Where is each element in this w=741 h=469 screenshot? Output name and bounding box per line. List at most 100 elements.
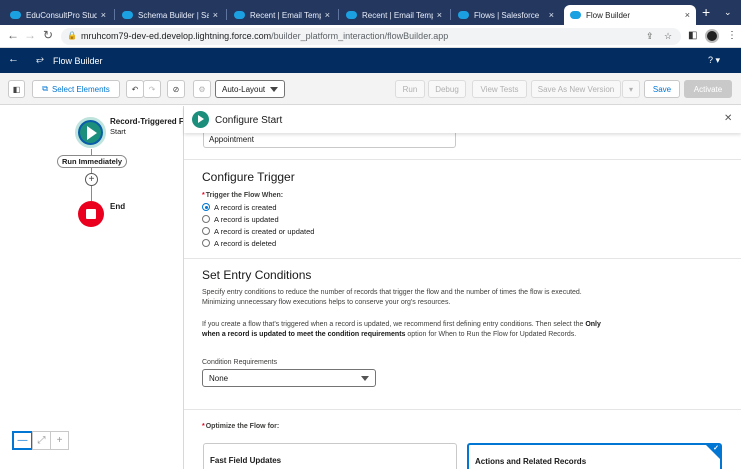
add-element-button[interactable]: + (85, 173, 98, 186)
debug-button[interactable]: Debug (428, 80, 466, 98)
object-input[interactable]: Appointment (203, 133, 456, 148)
select-elements-icon: ⧉ (42, 84, 48, 93)
end-node[interactable] (78, 201, 104, 227)
option-actions-related-records[interactable]: Actions and Related Records ✓ (467, 443, 722, 469)
required-asterisk: * (202, 423, 205, 430)
radio-label: A record is updated (214, 214, 279, 224)
configure-start-panel: Configure Start ✕ Appointment Configure … (183, 106, 741, 469)
profile-avatar[interactable] (705, 29, 719, 43)
zoom-out-button[interactable]: — (12, 431, 33, 450)
browser-tab[interactable]: EduConsultPro Studen × (4, 5, 112, 25)
layout-select[interactable]: Auto-Layout (215, 80, 285, 98)
undo-button[interactable]: ↶ (126, 80, 144, 98)
condition-requirements-value: None (209, 374, 229, 383)
address-bar[interactable]: 🔒 mruhcom79-dev-ed.develop.lightning.for… (61, 28, 681, 45)
start-node[interactable] (75, 117, 106, 148)
browser-tab[interactable]: Recent | Email Templat × (340, 5, 448, 25)
error-warning-button[interactable]: ⊘ (167, 80, 185, 98)
flow-icon: ⥂ (36, 54, 44, 65)
browser-tab[interactable]: Schema Builder | Sales × (116, 5, 224, 25)
connector-line (91, 186, 92, 201)
close-icon[interactable]: ✕ (724, 113, 732, 124)
section-divider (184, 159, 741, 160)
tab-separator (338, 9, 339, 20)
radio-label: A record is deleted (214, 238, 277, 248)
view-tests-button[interactable]: View Tests (472, 80, 527, 98)
close-icon[interactable]: × (437, 10, 442, 20)
salesforce-cloud-icon (458, 11, 469, 19)
select-elements-button[interactable]: ⧉ Select Elements (32, 80, 120, 98)
condition-requirements-select[interactable]: None (202, 369, 376, 387)
radio-label: A record is created or updated (214, 226, 315, 236)
end-node-label: End (110, 202, 126, 211)
condition-requirements-label: Condition Requirements (202, 359, 278, 366)
settings-gear-icon[interactable]: ⚙ (193, 80, 211, 98)
entry-conditions-recommendation: If you create a flow that's triggered wh… (202, 320, 612, 340)
close-icon[interactable]: × (685, 10, 690, 20)
side-panel-icon[interactable]: ◧ (688, 30, 697, 41)
activate-button[interactable]: Activate (684, 80, 732, 98)
browser-tab[interactable]: Flows | Salesforce × (452, 5, 560, 25)
run-immediately-path-label[interactable]: Run Immediately (57, 155, 127, 168)
layout-select-value: Auto-Layout (222, 84, 266, 94)
start-node-subtitle: Start (110, 127, 126, 136)
app-title: Flow Builder (53, 56, 103, 66)
start-node-title: Record-Triggered Fl (110, 117, 187, 126)
redo-button[interactable]: ↷ (143, 80, 161, 98)
check-icon: ✓ (713, 445, 719, 452)
reload-icon[interactable]: ↻ (43, 28, 53, 42)
browser-menu-icon[interactable]: ⋮ (727, 30, 737, 41)
optimize-label-text: Optimize the Flow for: (205, 423, 280, 430)
start-element-icon (192, 111, 209, 128)
bookmark-star-icon[interactable]: ☆ (664, 31, 672, 42)
toggle-toolbox-button[interactable]: ◧ (8, 80, 25, 98)
radio-record-updated[interactable]: A record is updated (202, 214, 279, 224)
save-as-new-version-button[interactable]: Save As New Version (531, 80, 621, 98)
tab-search-icon[interactable]: ⌄ (724, 7, 732, 18)
toolbar: ◧ ⧉ Select Elements ↶ ↷ ⊘ ⚙ Auto-Layout … (0, 73, 741, 105)
save-button[interactable]: Save (644, 80, 680, 98)
url-text: mruhcom79-dev-ed.develop.lightning.force… (81, 31, 448, 41)
close-icon[interactable]: × (549, 10, 554, 20)
radio-dot (202, 215, 210, 223)
back-arrow-icon[interactable]: ← (8, 53, 19, 65)
url-host: mruhcom79-dev-ed.develop.lightning.force… (81, 31, 272, 41)
entry-conditions-description: Specify entry conditions to reduce the n… (202, 289, 582, 306)
lock-icon: 🔒 (67, 31, 77, 40)
radio-record-created-or-updated[interactable]: A record is created or updated (202, 226, 314, 236)
radio-record-created[interactable]: A record is created (202, 202, 277, 212)
select-elements-label: Select Elements (51, 84, 110, 94)
browser-tab-active[interactable]: Flow Builder × (564, 5, 696, 25)
close-icon[interactable]: × (101, 10, 106, 20)
fit-view-button[interactable]: ⤢ (32, 431, 51, 450)
radio-dot (202, 203, 210, 211)
new-tab-button[interactable]: + (702, 5, 710, 19)
share-icon[interactable]: ⇪ (646, 31, 654, 42)
browser-tab[interactable]: Recent | Email Templat × (228, 5, 336, 25)
radio-dot (202, 227, 210, 235)
help-menu-button[interactable]: ? ▾ (708, 55, 720, 66)
salesforce-cloud-icon (570, 11, 581, 19)
panel-header: Configure Start ✕ (184, 106, 741, 133)
tab-label: EduConsultPro Studen (26, 10, 97, 20)
option-label: Fast Field Updates (210, 456, 282, 465)
option-label: Actions and Related Records (475, 457, 587, 466)
radio-record-deleted[interactable]: A record is deleted (202, 238, 276, 248)
trigger-label-text: Trigger the Flow When: (205, 192, 284, 199)
back-arrow-icon[interactable]: ← (7, 28, 19, 42)
save-menu-chevron-down-icon[interactable]: ▾ (622, 80, 640, 98)
play-icon (87, 126, 97, 140)
stop-icon (86, 209, 96, 219)
zoom-in-button[interactable]: + (50, 431, 69, 450)
url-path: /builder_platform_interaction/flowBuilde… (271, 31, 449, 41)
forward-arrow-icon[interactable]: → (24, 28, 36, 42)
chevron-down-icon (270, 87, 278, 92)
close-icon[interactable]: × (213, 10, 218, 20)
option-fast-field-updates[interactable]: Fast Field Updates (203, 443, 457, 469)
configure-trigger-heading: Configure Trigger (202, 170, 295, 184)
run-button[interactable]: Run (395, 80, 425, 98)
trigger-label: *Trigger the Flow When: (202, 192, 283, 199)
address-bar-row: ← → ↻ 🔒 mruhcom79-dev-ed.develop.lightni… (0, 25, 741, 48)
panel-title: Configure Start (215, 115, 283, 126)
close-icon[interactable]: × (325, 10, 330, 20)
